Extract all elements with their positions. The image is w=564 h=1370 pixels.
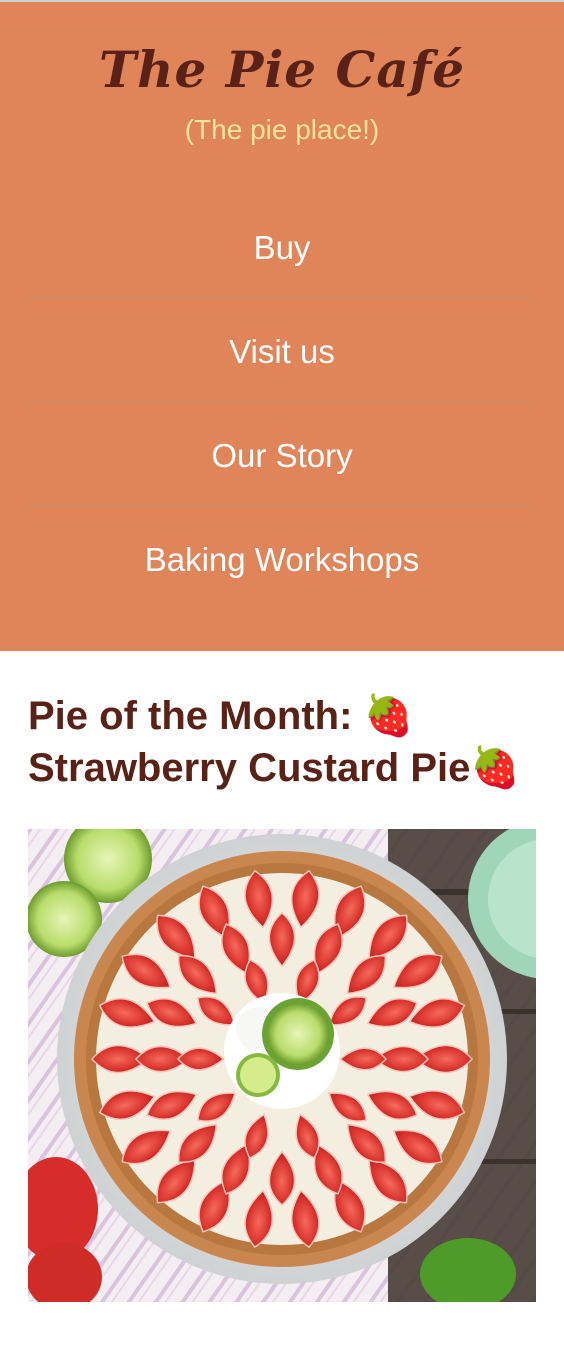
pie-of-the-month-heading: Pie of the Month: 🍓 Strawberry Custard P…	[28, 694, 521, 790]
site-tagline: (The pie place!)	[184, 114, 380, 145]
nav-item-buy[interactable]: Buy	[28, 196, 536, 300]
nav-item-our-story[interactable]: Our Story	[28, 404, 536, 508]
nav-item-visit-us[interactable]: Visit us	[28, 300, 536, 404]
site-title[interactable]: The Pie Café	[0, 40, 564, 99]
main-nav: Buy Visit us Our Story Baking Workshops	[28, 196, 536, 612]
pie-photo	[28, 829, 536, 1302]
pie-illustration	[28, 829, 536, 1302]
nav-item-baking-workshops[interactable]: Baking Workshops	[28, 508, 536, 612]
site-header: The Pie Café (The pie place!) Buy Visit …	[0, 0, 564, 651]
page: The Pie Café (The pie place!) Buy Visit …	[0, 0, 564, 1370]
